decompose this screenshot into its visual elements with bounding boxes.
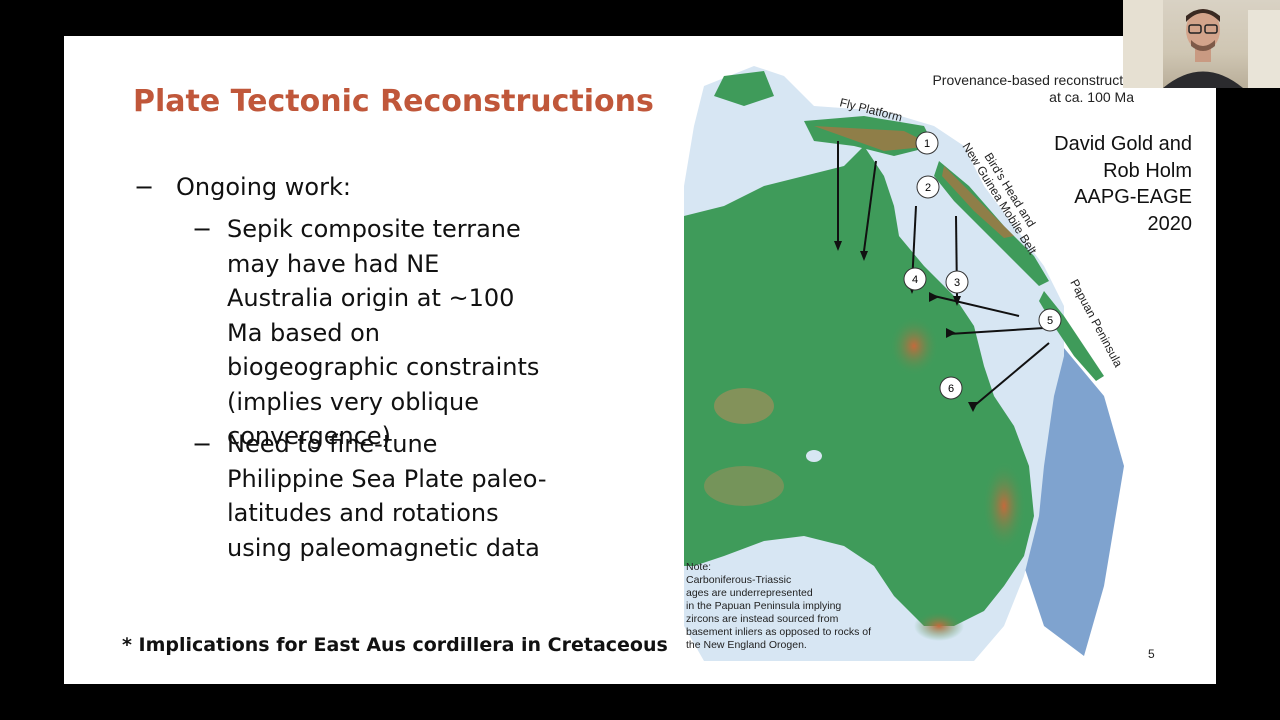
sub-bullet-dash: −: [192, 215, 213, 243]
svg-text:4: 4: [912, 274, 918, 286]
figure-credit: David Gold and Rob Holm AAPG-EAGE 2020: [1024, 131, 1192, 237]
svg-text:2: 2: [925, 182, 931, 194]
note-line: in the Papuan Peninsula implying: [686, 600, 842, 612]
note-line: ages are underrepresented: [686, 587, 813, 599]
page-number: 5: [1148, 647, 1155, 661]
footnote: * Implications for East Aus cordillera i…: [122, 634, 668, 656]
note-line: basement inliers as opposed to rocks of: [686, 626, 872, 638]
credit-line: Rob Holm: [1103, 159, 1192, 182]
marker-5: 5: [1038, 308, 1062, 332]
caption-line: at ca. 100 Ma: [1049, 89, 1134, 105]
sub-bullet-text: Sepik composite terrane may have had NE …: [227, 215, 540, 450]
svg-text:5: 5: [1047, 315, 1053, 327]
presentation-slide: Plate Tectonic Reconstructions − Ongoing…: [64, 36, 1216, 684]
note-line: Carboniferous-Triassic: [686, 574, 792, 586]
credit-line: 2020: [1147, 212, 1193, 235]
note-line: the New England Orogen.: [686, 639, 807, 651]
sub-bullet-philippine: − Need to fine-tune Philippine Sea Plate…: [192, 427, 552, 565]
sub-bullet-text: Need to fine-tune Philippine Sea Plate p…: [227, 430, 547, 562]
credit-line: AAPG-EAGE: [1074, 186, 1192, 208]
svg-text:1: 1: [924, 138, 930, 150]
slide-title: Plate Tectonic Reconstructions: [133, 84, 654, 119]
caption-line: Provenance-based reconstructio: [932, 72, 1134, 88]
bullet-dash: −: [134, 173, 155, 201]
bullet-text: Ongoing work:: [176, 173, 351, 201]
figure-note: Note: Carboniferous-Triassic ages are un…: [686, 561, 871, 652]
marker-4: 4: [903, 267, 927, 291]
note-line: Note:: [686, 561, 712, 573]
credit-line: David Gold and: [1054, 133, 1192, 155]
marker-2: 2: [916, 175, 940, 199]
svg-text:6: 6: [948, 383, 954, 395]
marker-6: 6: [939, 376, 963, 400]
sub-bullet-sepik: − Sepik composite terrane may have had N…: [192, 212, 552, 454]
presenter-avatar: [1123, 0, 1280, 88]
marker-1: 1: [915, 131, 939, 155]
svg-text:3: 3: [954, 277, 960, 289]
figure-caption: Provenance-based reconstructio at ca. 10…: [914, 72, 1134, 106]
sub-bullet-dash: −: [192, 430, 213, 458]
presenter-webcam: [1123, 0, 1280, 88]
marker-3: 3: [945, 270, 969, 294]
note-line: zircons are instead sourced from: [686, 613, 839, 625]
